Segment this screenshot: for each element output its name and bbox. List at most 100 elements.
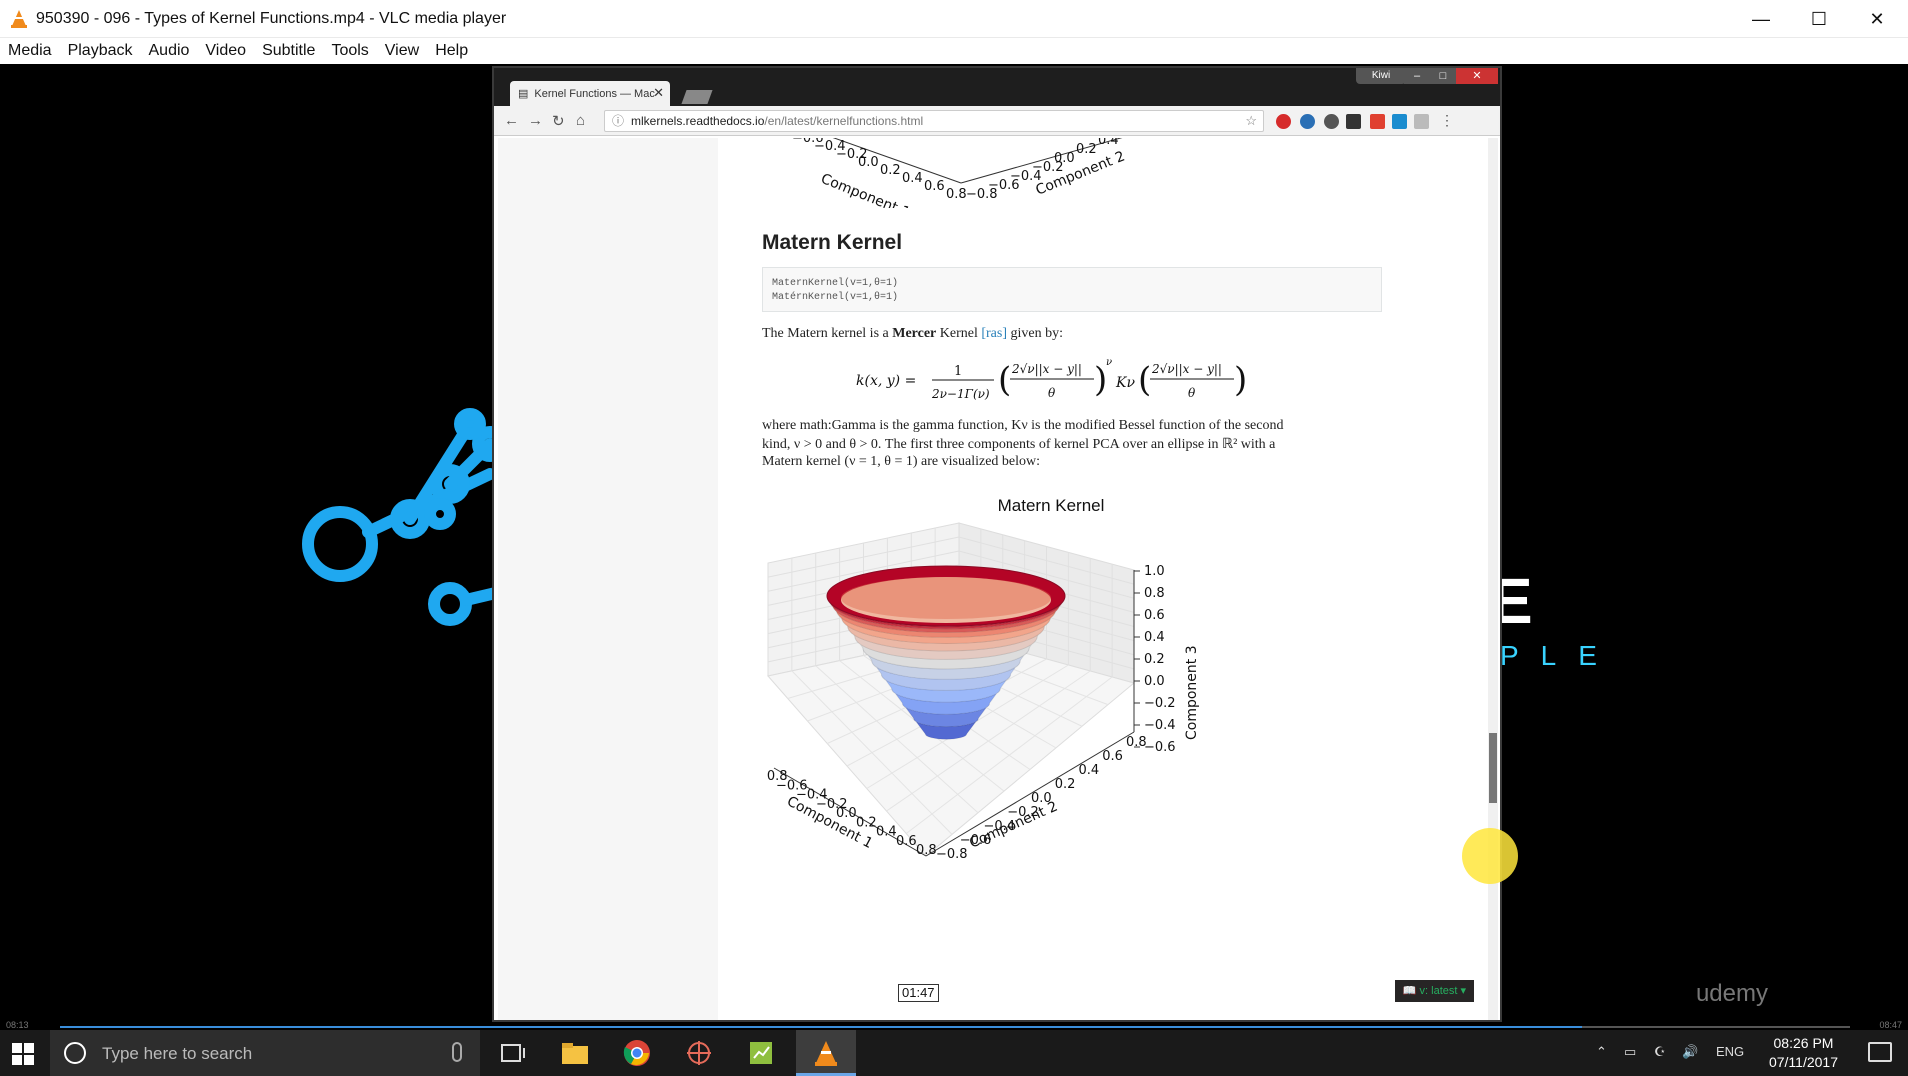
back-icon[interactable]: ← bbox=[504, 112, 519, 129]
menu-media[interactable]: Media bbox=[8, 42, 52, 60]
intro-end: given by: bbox=[1007, 326, 1064, 341]
tab-close-icon[interactable]: ✕ bbox=[653, 85, 664, 101]
svg-text:k(x, y) =: k(x, y) = bbox=[856, 373, 916, 389]
maximize-button[interactable]: ☐ bbox=[1790, 0, 1848, 38]
clock-date: 07/11/2017 bbox=[1768, 1054, 1838, 1070]
pen-extension-icon[interactable] bbox=[1370, 114, 1385, 129]
x-tick-label: 0.8 bbox=[916, 843, 937, 858]
version-label: v: latest bbox=[1419, 985, 1458, 997]
minimize-button[interactable]: — bbox=[1732, 0, 1790, 38]
browser-restore-button[interactable]: □ bbox=[1430, 68, 1456, 84]
menu-view[interactable]: View bbox=[385, 42, 419, 60]
desc-line-3: Matern kernel (ν = 1, θ = 1) are visuali… bbox=[762, 454, 1041, 469]
menu-tools[interactable]: Tools bbox=[331, 42, 368, 60]
windows-start-icon[interactable] bbox=[12, 1043, 34, 1065]
language-indicator[interactable]: ENG bbox=[1716, 1044, 1744, 1059]
menu-kebab-icon[interactable]: ⋮ bbox=[1440, 112, 1454, 129]
scroll-thumb[interactable] bbox=[1489, 733, 1497, 803]
svg-text:2ν−1Γ(ν): 2ν−1Γ(ν) bbox=[931, 387, 990, 401]
vlc-taskbar-icon bbox=[815, 1041, 837, 1066]
extension-icon[interactable] bbox=[1300, 114, 1315, 129]
svg-text:(: ( bbox=[998, 360, 1011, 400]
video-area[interactable]: E PLE udemy ▤ Kernel Functions — Mac ✕ K… bbox=[0, 64, 1908, 1024]
grey-extension-icon[interactable] bbox=[1414, 114, 1429, 129]
vlc-cone-icon bbox=[11, 9, 27, 28]
y-tick-label: 0.4 bbox=[1079, 763, 1100, 778]
version-badge[interactable]: 📖 v: latest ▾ bbox=[1394, 980, 1474, 1002]
ras-link[interactable]: [ras] bbox=[981, 326, 1007, 341]
ghost-extension-icon[interactable] bbox=[1324, 114, 1339, 129]
time-total: 08:47 bbox=[1879, 1020, 1902, 1030]
browser-close-button[interactable]: ✕ bbox=[1456, 68, 1498, 84]
volume-icon[interactable]: 🔊 bbox=[1682, 1044, 1698, 1060]
fragment-tick: 0.0 bbox=[1054, 151, 1075, 166]
menu-help[interactable]: Help bbox=[435, 42, 468, 60]
z-tick-label: 0.6 bbox=[1144, 608, 1165, 623]
network-app-icon[interactable] bbox=[684, 1038, 714, 1068]
matern-equation: k(x, y) = 1 2ν−1Γ(ν) ( 2√ν||x − y|| θ ) … bbox=[856, 357, 1247, 401]
menu-video[interactable]: Video bbox=[205, 42, 246, 60]
taskbar-search[interactable]: Type here to search bbox=[50, 1030, 480, 1076]
cortana-icon[interactable] bbox=[64, 1042, 86, 1064]
menu-playback[interactable]: Playback bbox=[68, 42, 133, 60]
new-tab-button[interactable] bbox=[681, 90, 713, 104]
intro-text: The Matern kernel is a bbox=[762, 326, 893, 341]
y-tick-label: −0.8 bbox=[936, 847, 968, 858]
battery-icon[interactable]: ▭ bbox=[1624, 1044, 1636, 1060]
desc-line-2: kind, ν > 0 and θ > 0. The first three c… bbox=[762, 437, 1276, 452]
fragment-tick: 0.2 bbox=[880, 163, 901, 178]
z-tick-label: 0.0 bbox=[1144, 674, 1165, 689]
taskbar-clock[interactable]: 08:26 PM 07/11/2017 bbox=[1769, 1034, 1838, 1072]
home-icon[interactable]: ⌂ bbox=[576, 112, 585, 129]
url-host: mlkernels.readthedocs.io bbox=[631, 114, 765, 128]
svg-text:(: ( bbox=[1138, 360, 1151, 400]
microphone-icon[interactable] bbox=[452, 1042, 462, 1062]
browser-tab[interactable]: ▤ Kernel Functions — Mac ✕ bbox=[510, 81, 670, 106]
browser-window: ▤ Kernel Functions — Mac ✕ Kiwi – □ ✕ ← … bbox=[492, 66, 1502, 1022]
menu-audio[interactable]: Audio bbox=[149, 42, 190, 60]
clock-time: 08:26 PM bbox=[1773, 1035, 1834, 1051]
previous-plot-fragment: −0.6 −0.4 −0.2 0.00.20.40.60.8 −0.8−0.6−0.4… bbox=[792, 138, 1141, 208]
kiwi-badge: Kiwi bbox=[1356, 68, 1406, 84]
code-block: MaternKernel(v=1,θ=1) MatérnKernel(v=1,θ… bbox=[762, 267, 1382, 312]
fragment-tick: 0.6 bbox=[924, 179, 945, 194]
translate-extension-icon[interactable] bbox=[1392, 114, 1407, 129]
menu-subtitle[interactable]: Subtitle bbox=[262, 42, 315, 60]
address-bar[interactable]: ⓘ mlkernels.readthedocs.io/en/latest/ker… bbox=[604, 110, 1264, 132]
intro-paragraph: The Matern kernel is a Mercer Kernel [ra… bbox=[762, 326, 1063, 342]
bookmark-star-icon[interactable]: ☆ bbox=[1245, 111, 1257, 131]
windows-taskbar: Type here to search ⌃ ▭ ☪ 🔊 ENG 08:26 PM… bbox=[0, 1030, 1908, 1076]
matern-3d-plot: −0.8−0.6−0.4−0.20.00.20.40.60.8−0.8−0.6−… bbox=[766, 522, 1200, 858]
mouse-cursor-highlight bbox=[1462, 828, 1518, 884]
vlc-taskbar-button[interactable] bbox=[796, 1030, 856, 1076]
tray-chevron-icon[interactable]: ⌃ bbox=[1596, 1044, 1607, 1060]
wifi-icon[interactable]: ☪ bbox=[1654, 1044, 1666, 1060]
docs-sidebar bbox=[498, 138, 718, 1020]
fragment-tick: 0.2 bbox=[1076, 142, 1097, 157]
reload-icon[interactable]: ↻ bbox=[552, 112, 565, 130]
udemy-watermark: udemy bbox=[1695, 980, 1768, 1007]
notification-center-icon[interactable] bbox=[1868, 1042, 1892, 1062]
browser-minimize-button[interactable]: – bbox=[1404, 68, 1430, 84]
close-button[interactable]: ✕ bbox=[1848, 0, 1906, 38]
forward-icon[interactable]: → bbox=[528, 112, 543, 129]
spreadsheet-app-icon[interactable] bbox=[746, 1038, 776, 1068]
z-tick-label: −0.4 bbox=[1144, 718, 1176, 733]
adblock-extension-icon[interactable] bbox=[1276, 114, 1291, 129]
svg-text:1: 1 bbox=[954, 364, 962, 379]
z-tick-label: 0.8 bbox=[1144, 586, 1165, 601]
background-subtitle: PLE bbox=[1500, 640, 1619, 671]
chrome-icon[interactable] bbox=[622, 1038, 652, 1068]
flash-extension-icon[interactable] bbox=[1346, 114, 1361, 129]
info-icon[interactable]: ⓘ bbox=[612, 111, 624, 131]
x-tick-label: 0.6 bbox=[896, 834, 917, 849]
x-tick-label: 0.4 bbox=[876, 825, 897, 840]
svg-text:2√ν||x − y||: 2√ν||x − y|| bbox=[1011, 362, 1082, 376]
video-timecode: 01:47 bbox=[898, 984, 939, 1002]
page-scrollbar[interactable] bbox=[1488, 138, 1498, 1020]
svg-text:): ) bbox=[1234, 360, 1247, 400]
task-view-icon[interactable] bbox=[498, 1038, 528, 1068]
docs-content: −0.6 −0.4 −0.2 0.00.20.40.60.8 −0.8−0.6−0.4… bbox=[726, 138, 1486, 1020]
file-explorer-icon[interactable] bbox=[560, 1038, 590, 1068]
y-tick-label: 0.2 bbox=[1055, 777, 1076, 792]
